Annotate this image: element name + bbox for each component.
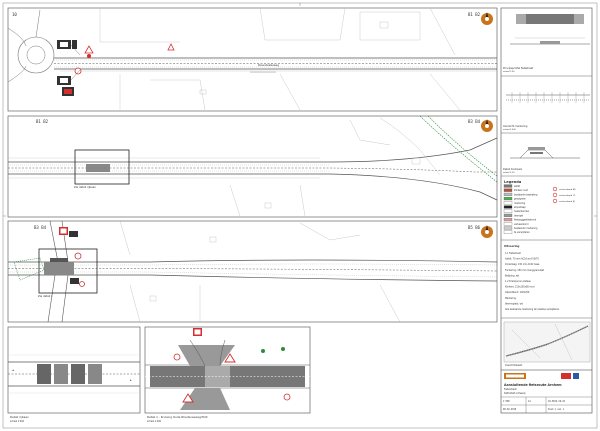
drawing-scale: 1:500 <box>503 400 510 403</box>
profile-caption: Principeprofiel fietsstraat <box>503 67 533 70</box>
legend-item-label: gras/groen <box>514 198 526 201</box>
road-label-1: Rosendaalseweg <box>258 63 279 67</box>
note-line: Opsluitband: 100x250 <box>505 291 530 294</box>
side-panel: Principeprofiel fietsstraat schaal 1:50 … <box>500 7 593 414</box>
legend-item-label: fietssuggestiestrook <box>514 219 537 222</box>
project-title: Aansluitende fietsroute Arnhem <box>504 383 562 387</box>
note-line: Belijning: wit <box>505 274 519 277</box>
legend-item-label: asfalt <box>514 185 520 188</box>
legend-item-label: drempel <box>514 214 523 217</box>
note-line: Onderlaag: 130 mm AC22 base <box>505 263 540 266</box>
panel-5-caption: Detail 1 - Kruising Oude Rhedenseweg/Hol… <box>147 415 208 419</box>
keymap-caption: Overzichtskaart <box>505 364 522 367</box>
note-line: thermoplast, wit <box>505 302 523 305</box>
panel-1-left-id: 10 <box>12 12 17 17</box>
legend-swatch <box>503 197 513 201</box>
drawing-date: 08-02-2019 <box>503 408 517 411</box>
legend-swatch <box>503 188 513 192</box>
svg-text:◄: ◄ <box>12 368 14 372</box>
panel-1-right-id: B1 B2 <box>468 12 481 17</box>
panel-3-right-id: B5 B6 <box>468 225 481 230</box>
legend-item-label: klinkers rood <box>514 189 529 192</box>
note-line: Alle bestaande markering ter plaatse ver… <box>505 308 560 311</box>
client-logo <box>561 373 571 379</box>
legend-sign-label: verkeersbord B6 <box>559 188 576 191</box>
legend-swatch <box>503 213 513 217</box>
legend-item-label: verkeersbord <box>514 223 529 226</box>
legend-sign-label: verkeersbord J8 <box>559 200 575 203</box>
legend-swatch <box>503 184 513 188</box>
drawing-sheet: 10 B1 B2 Rosendaalseweg B1 B2 B3 B4 Zie … <box>2 2 598 429</box>
panel-3-detail-label: Zie detail 1 <box>38 294 53 298</box>
detail-caption: Detail drempels <box>503 168 523 171</box>
panel-1: 10 B1 B2 Rosendaalseweg <box>7 7 498 112</box>
detail-scale: schaal 1:20 <box>503 172 515 174</box>
panel-4-scale: schaal 1:200 <box>10 420 25 423</box>
legend-item-label: stopstreep <box>514 206 526 209</box>
note-line: Klinkers: 210x105x80 rood <box>505 286 535 289</box>
sheet-number: blad 1 van 1 <box>548 408 564 411</box>
note-line: Asfalt: 70 mm AC16 surf 50/70 <box>505 258 539 261</box>
sign-icon <box>552 186 558 192</box>
svg-text:►: ► <box>130 378 132 382</box>
legend-sign-label: verkeersbord C1 <box>559 194 576 197</box>
sign-icon <box>552 198 558 204</box>
profile-scale: schaal 1:50 <box>503 71 515 73</box>
note-line: Fundering: 250 mm menggranulaat <box>505 269 544 272</box>
legend-item-label: markering <box>514 202 526 205</box>
section-scale: schaal 1:500 <box>503 129 517 131</box>
section-caption: Overzicht markering <box>503 125 528 128</box>
legend-swatch <box>503 218 513 222</box>
note-line: Markering <box>505 297 517 300</box>
drawing-type: Definitief ontwerp <box>504 392 526 395</box>
sign-icon <box>552 192 558 198</box>
panel-2-left-id: B1 B2 <box>36 119 49 124</box>
legend-swatch <box>503 230 513 234</box>
legend-swatch <box>503 209 513 213</box>
legend-swatch <box>503 205 513 209</box>
note-line: 1.1 Fietsstraat <box>505 252 521 255</box>
legend-item-label: bestaande markering <box>514 227 538 230</box>
notes-title: Uitvoering <box>504 244 519 248</box>
legend-title: Legenda <box>504 180 522 184</box>
legend-swatch <box>503 222 513 226</box>
key-map: Overzichtskaart <box>503 321 591 367</box>
legend-item-label: bestaande bestrating <box>514 193 538 196</box>
panel-2-detail-label: Zie detail rijbaan <box>74 185 96 189</box>
legend-swatch <box>503 201 513 205</box>
panel-5-scale: schaal 1:200 <box>147 420 162 423</box>
panel-4-caption: Detail rijbaan <box>10 415 29 419</box>
panel-3: B3 B4 B5 B6 Zie detail 1 <box>7 220 498 323</box>
note-line: 1.2 Drempel en plateau <box>505 280 532 283</box>
legend-swatch <box>503 192 513 196</box>
drawing-number: 18-0012-VO-01 <box>548 400 566 403</box>
panel-4: ◄ ► Detail rijbaan schaal 1:200 <box>7 326 141 423</box>
panel-2: B1 B2 B3 B4 Zie detail rijbaan <box>7 115 498 218</box>
legend-item-label: haaientanden <box>514 210 530 213</box>
panel-2-right-id: B3 B4 <box>468 119 481 124</box>
project-subtitle: Fietsstraat <box>504 388 517 391</box>
legend-swatch <box>503 226 513 230</box>
panel-5: Detail 1 - Kruising Oude Rhedenseweg/Hol… <box>144 326 311 423</box>
panel-3-left-id: B3 B4 <box>34 225 47 230</box>
legend-item-label: te verwijderen <box>514 231 530 234</box>
